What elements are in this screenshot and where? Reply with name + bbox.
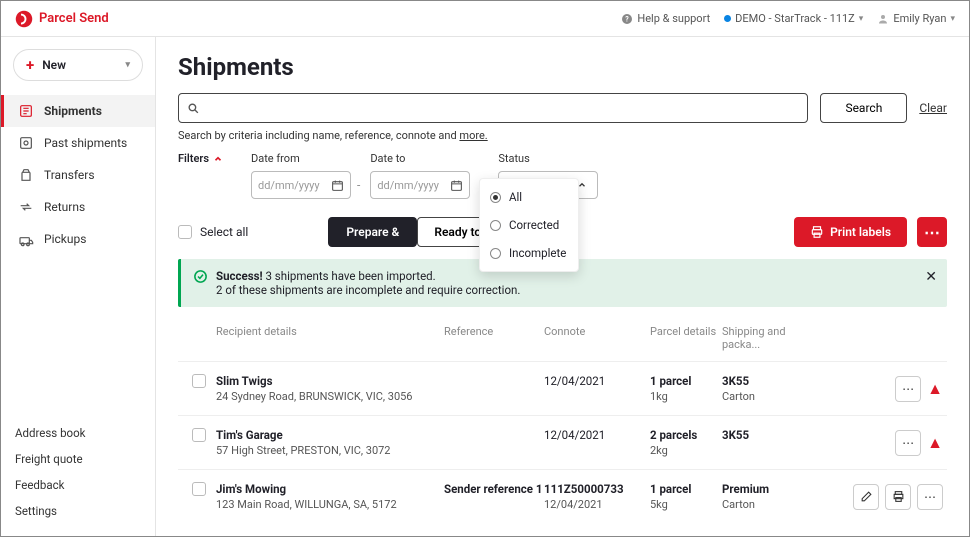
close-icon[interactable]: ✕	[925, 269, 937, 285]
warning-icon: ▲	[927, 379, 943, 399]
row-checkbox[interactable]	[192, 428, 206, 442]
status-dropdown: AllCorrectedIncomplete	[479, 178, 579, 272]
nav-icon	[18, 199, 34, 215]
nav-icon	[18, 135, 34, 151]
search-icon	[187, 102, 200, 115]
nav-returns[interactable]: Returns	[1, 191, 155, 223]
recipient-name: Jim's Mowing	[216, 482, 286, 496]
printer-icon	[892, 490, 905, 503]
chevron-down-icon: ▾	[950, 14, 955, 24]
calendar-icon	[450, 179, 463, 192]
brand-name: Parcel Send	[39, 11, 109, 26]
account-switcher[interactable]: DEMO - StarTrack - 111Z ▾	[724, 12, 863, 25]
dots-icon: ⋯	[924, 223, 940, 242]
nav-pickups[interactable]: Pickups	[1, 223, 155, 255]
recipient-address: 24 Sydney Road, BRUNSWICK, VIC, 3056	[216, 390, 444, 403]
row-more-button[interactable]: ⋯	[917, 484, 943, 510]
row-checkbox[interactable]	[192, 482, 206, 496]
status-option[interactable]: Corrected	[480, 211, 578, 239]
chevron-down-icon: ▾	[125, 60, 130, 70]
search-button[interactable]: Search	[820, 93, 907, 123]
footer-link[interactable]: Address book	[15, 420, 141, 446]
svg-text:?: ?	[626, 15, 630, 23]
dots-icon: ⋯	[902, 436, 914, 450]
chevron-up-icon	[213, 154, 223, 164]
printer-icon	[810, 225, 824, 239]
select-all[interactable]: Select all	[178, 225, 248, 239]
help-icon: ?	[621, 13, 633, 25]
recipient-name: Tim's Garage	[216, 428, 283, 442]
recipient-name: Slim Twigs	[216, 374, 273, 388]
new-button[interactable]: +New ▾	[13, 49, 143, 81]
date-to-input[interactable]: dd/mm/yyyy	[370, 171, 470, 199]
logo[interactable]: Parcel Send	[15, 10, 109, 28]
recipient-address: 57 High Street, PRESTON, VIC, 3072	[216, 444, 444, 457]
calendar-icon	[331, 179, 344, 192]
date-from-input[interactable]: dd/mm/yyyy	[251, 171, 351, 199]
row-checkbox[interactable]	[192, 374, 206, 388]
edit-button[interactable]	[853, 484, 879, 510]
sidebar: +New ▾ Shipments Past shipments Transfer…	[1, 37, 156, 536]
logo-icon	[15, 10, 33, 28]
clear-link[interactable]: Clear	[919, 101, 947, 115]
footer-link[interactable]: Feedback	[15, 472, 141, 498]
table-header: Recipient details Reference Connote Parc…	[178, 315, 947, 361]
date-to-label: Date to	[370, 152, 470, 165]
status-option[interactable]: Incomplete	[480, 239, 578, 267]
date-from-label: Date from	[251, 152, 360, 165]
status-option[interactable]: All	[480, 183, 578, 211]
status-label: Status	[498, 152, 598, 165]
page-title: Shipments	[178, 53, 947, 81]
radio-icon	[490, 220, 501, 231]
plus-icon: +	[26, 56, 34, 74]
nav-transfers[interactable]: Transfers	[1, 159, 155, 191]
user-menu[interactable]: Emily Ryan ▾	[877, 12, 955, 25]
radio-icon	[490, 248, 501, 259]
main-content: Shipments Search Clear Search by criteri…	[156, 37, 969, 536]
recipient-address: 123 Main Road, WILLUNGA, SA, 5172	[216, 498, 444, 511]
filters-toggle[interactable]: Filters	[178, 152, 223, 165]
dots-icon: ⋯	[924, 490, 936, 504]
status-dot-icon	[724, 15, 731, 22]
table-row: Tim's Garage 57 High Street, PRESTON, VIC…	[178, 415, 947, 469]
check-circle-icon	[193, 269, 208, 284]
nav-shipments[interactable]: Shipments	[1, 95, 155, 127]
checkbox-icon[interactable]	[178, 225, 192, 239]
help-link[interactable]: ? Help & support	[621, 12, 710, 25]
more-actions-button[interactable]: ⋯	[917, 217, 947, 247]
more-link[interactable]: more.	[459, 129, 487, 142]
pencil-icon	[860, 490, 873, 503]
search-input-wrap[interactable]	[178, 93, 808, 123]
nav-past-shipments[interactable]: Past shipments	[1, 127, 155, 159]
search-input[interactable]	[206, 101, 799, 115]
row-more-button[interactable]: ⋯	[895, 376, 921, 402]
nav-icon	[18, 167, 34, 183]
print-labels-button[interactable]: Print labels	[794, 217, 907, 247]
footer-link[interactable]: Settings	[15, 498, 141, 524]
prepare-button[interactable]: Prepare &	[328, 217, 417, 247]
table-row: Slim Twigs 24 Sydney Road, BRUNSWICK, VIC…	[178, 361, 947, 415]
app-header: Parcel Send ? Help & support DEMO - Star…	[1, 1, 969, 37]
nav-icon	[18, 103, 34, 119]
radio-icon	[490, 192, 501, 203]
nav-icon	[18, 231, 34, 247]
chevron-down-icon: ▾	[859, 14, 864, 24]
footer-link[interactable]: Freight quote	[15, 446, 141, 472]
search-hint: Search by criteria including name, refer…	[178, 129, 947, 142]
table-row: Jim's Mowing 123 Main Road, WILLUNGA, SA,…	[178, 469, 947, 523]
user-icon	[877, 13, 889, 25]
print-row-button[interactable]	[885, 484, 911, 510]
row-more-button[interactable]: ⋯	[895, 430, 921, 456]
warning-icon: ▲	[927, 433, 943, 453]
dots-icon: ⋯	[902, 382, 914, 396]
